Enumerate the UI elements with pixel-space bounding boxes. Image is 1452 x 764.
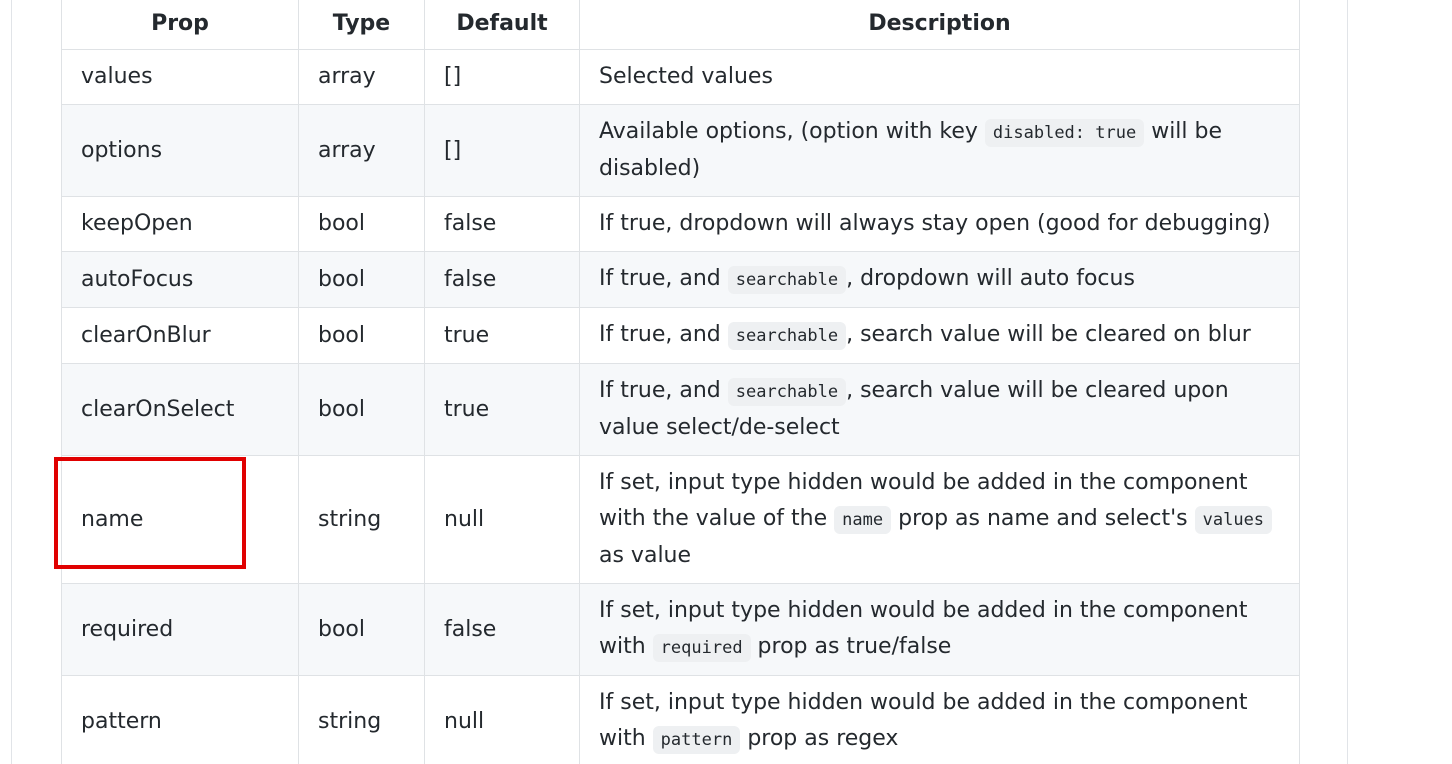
description-segment: If true, dropdown will always stay open … <box>599 211 1271 236</box>
prop-cell: required <box>61 583 299 676</box>
table-row: autoFocus bool false If true, and search… <box>61 251 1300 308</box>
prop-cell: clearOnSelect <box>61 363 299 456</box>
type-cell: bool <box>298 251 425 308</box>
inline-code: searchable <box>727 322 847 350</box>
table-row: clearOnSelect bool true If true, and sea… <box>61 363 1300 456</box>
description-text: If true, and searchable, search value wi… <box>599 322 1251 350</box>
description-segment: as value <box>599 543 692 568</box>
description-cell: Available options, (option with key disa… <box>579 104 1300 197</box>
props-table-body: values array [] Selected values options … <box>61 49 1300 764</box>
prop-cell: pattern <box>61 675 299 764</box>
description-cell: If true, and searchable, search value wi… <box>579 307 1300 364</box>
inline-code: pattern <box>652 726 741 754</box>
inline-code: required <box>652 634 751 662</box>
type-cell: bool <box>298 196 425 252</box>
docs-page: Prop Type Default Description values arr… <box>0 0 1452 764</box>
description-cell: If set, input type hidden would be added… <box>579 583 1300 676</box>
prop-cell: autoFocus <box>61 251 299 308</box>
description-segment: If true, and <box>599 266 728 291</box>
table-row: options array [] Available options, (opt… <box>61 104 1300 197</box>
description-segment: prop as true/false <box>750 634 952 659</box>
description-text: If set, input type hidden would be added… <box>599 470 1273 568</box>
type-cell: string <box>298 455 425 584</box>
prop-cell-name: name <box>61 455 299 584</box>
prop-cell: keepOpen <box>61 196 299 252</box>
description-cell: If set, input type hidden would be added… <box>579 455 1300 584</box>
default-cell: false <box>424 196 580 252</box>
header-prop: Prop <box>61 0 299 50</box>
header-description: Description <box>579 0 1300 50</box>
inline-code: disabled: true <box>984 119 1145 147</box>
description-cell: If set, input type hidden would be added… <box>579 675 1300 764</box>
table-row: pattern string null If set, input type h… <box>61 675 1300 764</box>
description-segment: prop as regex <box>740 726 899 751</box>
prop-cell: options <box>61 104 299 197</box>
description-segment: , dropdown will auto focus <box>846 266 1135 291</box>
description-text: If set, input type hidden would be added… <box>599 690 1247 754</box>
table-row: required bool false If set, input type h… <box>61 583 1300 676</box>
default-cell: false <box>424 251 580 308</box>
default-cell: true <box>424 363 580 456</box>
type-cell: string <box>298 675 425 764</box>
props-table-header: Prop Type Default Description <box>61 0 1300 50</box>
default-cell: null <box>424 455 580 584</box>
description-cell: If true, and searchable, search value wi… <box>579 363 1300 456</box>
description-text: Selected values <box>599 64 773 89</box>
default-cell: null <box>424 675 580 764</box>
header-row: Prop Type Default Description <box>61 0 1300 50</box>
content-border-left <box>11 0 12 764</box>
description-cell: Selected values <box>579 49 1300 105</box>
inline-code: name <box>834 506 892 534</box>
header-default: Default <box>424 0 580 50</box>
default-cell: [] <box>424 49 580 105</box>
description-cell: If true, dropdown will always stay open … <box>579 196 1300 252</box>
description-segment: prop as name and select's <box>891 506 1195 531</box>
description-text: If set, input type hidden would be added… <box>599 598 1247 662</box>
description-segment: Available options, (option with key <box>599 119 985 144</box>
content-border-right <box>1347 0 1348 764</box>
default-cell: true <box>424 307 580 364</box>
inline-code: values <box>1194 506 1273 534</box>
inline-code: searchable <box>727 378 847 406</box>
type-cell: bool <box>298 583 425 676</box>
description-segment: If true, and <box>599 378 728 403</box>
type-cell: array <box>298 104 425 197</box>
type-cell: array <box>298 49 425 105</box>
inline-code: searchable <box>727 266 847 294</box>
table-row: clearOnBlur bool true If true, and searc… <box>61 307 1300 364</box>
description-segment: , search value will be cleared on blur <box>846 322 1251 347</box>
props-table: Prop Type Default Description values arr… <box>61 0 1300 764</box>
header-type: Type <box>298 0 425 50</box>
type-cell: bool <box>298 363 425 456</box>
type-cell: bool <box>298 307 425 364</box>
default-cell: [] <box>424 104 580 197</box>
default-cell: false <box>424 583 580 676</box>
description-text: If true, and searchable, dropdown will a… <box>599 266 1135 294</box>
prop-cell: clearOnBlur <box>61 307 299 364</box>
prop-cell: values <box>61 49 299 105</box>
description-segment: If true, and <box>599 322 728 347</box>
description-text: Available options, (option with key disa… <box>599 119 1222 181</box>
description-segment: Selected values <box>599 64 773 89</box>
table-row-highlighted: name string null If set, input type hidd… <box>61 455 1300 584</box>
table-row: values array [] Selected values <box>61 49 1300 105</box>
description-cell: If true, and searchable, dropdown will a… <box>579 251 1300 308</box>
description-text: If true, and searchable, search value wi… <box>599 378 1229 440</box>
description-text: If true, dropdown will always stay open … <box>599 211 1271 236</box>
table-row: keepOpen bool false If true, dropdown wi… <box>61 196 1300 252</box>
